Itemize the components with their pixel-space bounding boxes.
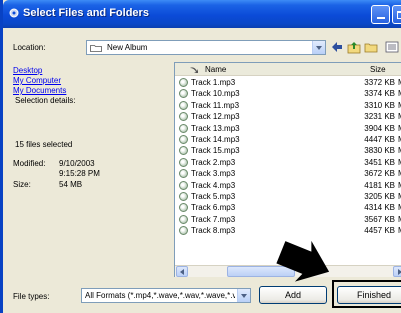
column-name[interactable]: Name xyxy=(205,65,226,74)
location-value: New Album xyxy=(107,43,148,52)
file-types-label: File types: xyxy=(13,292,50,301)
file-size: 4181 KB xyxy=(364,180,395,190)
file-name: Track 10.mp3 xyxy=(191,89,240,99)
file-row[interactable]: Track 6.mp34314 KBMP xyxy=(175,202,401,213)
location-label: Location: xyxy=(13,43,46,52)
audio-file-icon xyxy=(179,226,188,236)
file-size: 3672 KB xyxy=(364,169,395,179)
file-name: Track 3.mp3 xyxy=(191,169,236,179)
audio-file-icon xyxy=(179,214,188,224)
maximize-icon xyxy=(397,10,401,19)
column-size[interactable]: Size xyxy=(370,65,386,74)
file-name: Track 1.mp3 xyxy=(191,78,236,87)
file-row[interactable]: Track 1.mp33372 KBMP xyxy=(175,77,401,88)
file-row[interactable]: Track 4.mp34181 KBMP xyxy=(175,180,401,191)
file-name: Track 13.mp3 xyxy=(191,123,240,133)
file-row[interactable]: Track 8.mp34457 KBMP xyxy=(175,225,401,236)
size-label: Size: xyxy=(13,180,31,189)
file-name: Track 11.mp3 xyxy=(191,100,240,110)
scroll-left-icon[interactable] xyxy=(176,266,188,277)
maximize-button[interactable] xyxy=(392,5,401,24)
audio-file-icon xyxy=(179,203,188,213)
file-size: 4314 KB xyxy=(364,203,395,213)
modified-date: 9/10/2003 xyxy=(59,159,95,168)
file-name: Track 12.mp3 xyxy=(191,112,240,122)
file-types-dropdown[interactable]: All Formats (*.mp4,*.wave,*.wav,*.wave,*… xyxy=(81,288,251,303)
add-button[interactable]: Add xyxy=(259,286,327,304)
finished-button[interactable]: Finished xyxy=(337,286,401,304)
file-row[interactable]: Track 7.mp33567 KBMP xyxy=(175,214,401,225)
file-row[interactable]: Track 5.mp33205 KBMP xyxy=(175,191,401,202)
select-files-dialog: Select Files and Folders Location: New A… xyxy=(0,0,401,313)
file-row[interactable]: Track 2.mp33451 KBMP xyxy=(175,157,401,168)
file-name: Track 14.mp3 xyxy=(191,134,240,144)
chevron-down-icon[interactable] xyxy=(237,289,250,302)
back-arrow-icon[interactable] xyxy=(330,40,344,54)
file-size: 4457 KB xyxy=(364,226,395,236)
audio-file-icon xyxy=(179,169,188,179)
file-row[interactable]: Track 11.mp33310 KBMP xyxy=(175,100,401,111)
file-name: Track 4.mp3 xyxy=(191,180,236,190)
up-folder-icon[interactable] xyxy=(347,40,361,54)
folder-icon xyxy=(90,45,102,52)
audio-file-icon xyxy=(179,112,188,122)
title-bar[interactable]: Select Files and Folders xyxy=(3,0,401,28)
file-size: 3372 KB xyxy=(364,78,395,87)
file-row[interactable]: Track 14.mp34447 KBMP xyxy=(175,134,401,145)
file-size: 3830 KB xyxy=(364,146,395,156)
file-size: 3451 KB xyxy=(364,157,395,167)
file-row[interactable]: Track 10.mp33374 KBMP xyxy=(175,88,401,99)
modified-time: 9:15:28 PM xyxy=(59,169,100,178)
modified-label: Modified: xyxy=(13,159,46,168)
selection-details-label: Selection details: xyxy=(15,96,76,105)
file-list-header: Name Size xyxy=(175,63,401,76)
file-rows: Track 1.mp33372 KBMPTrack 10.mp33374 KBM… xyxy=(175,77,401,236)
file-size: 3205 KB xyxy=(364,191,395,201)
file-name: Track 5.mp3 xyxy=(191,191,236,201)
minimize-icon xyxy=(376,17,385,19)
app-icon xyxy=(9,8,19,18)
audio-file-icon xyxy=(179,134,188,144)
details-block: Modified: 9/10/2003 9:15:28 PM Size: 54 … xyxy=(13,159,173,193)
audio-file-icon xyxy=(179,100,188,110)
audio-file-icon xyxy=(179,157,188,167)
audio-file-icon xyxy=(179,146,188,156)
file-name: Track 2.mp3 xyxy=(191,157,236,167)
file-row[interactable]: Track 15.mp33830 KBMP xyxy=(175,145,401,156)
file-size: 3904 KB xyxy=(364,123,395,133)
audio-file-icon xyxy=(179,89,188,99)
sidebar-link-my-computer[interactable]: My Computer xyxy=(13,76,173,86)
pointer-arrow-icon xyxy=(276,240,330,282)
sort-arrow-icon xyxy=(190,67,198,73)
size-value: 54 MB xyxy=(59,180,83,189)
view-menu-icon[interactable] xyxy=(385,40,399,54)
file-size: 3374 KB xyxy=(364,89,395,99)
chevron-down-icon[interactable] xyxy=(312,41,325,54)
audio-file-icon xyxy=(179,191,188,201)
sidebar-link-my-documents[interactable]: My Documents xyxy=(13,86,173,96)
file-size: 3310 KB xyxy=(364,100,395,110)
new-folder-icon[interactable] xyxy=(364,40,378,54)
file-row[interactable]: Track 12.mp33231 KBMP xyxy=(175,111,401,122)
window-title: Select Files and Folders xyxy=(23,7,149,19)
audio-file-icon xyxy=(179,123,188,133)
sidebar-link-desktop[interactable]: Desktop xyxy=(13,66,173,76)
file-row[interactable]: Track 3.mp33672 KBMP xyxy=(175,168,401,179)
location-dropdown[interactable]: New Album xyxy=(86,40,326,55)
scroll-right-icon[interactable] xyxy=(393,266,401,277)
file-size: 3231 KB xyxy=(364,112,395,122)
file-types-value: All Formats (*.mp4,*.wave,*.wav,*.wave,*… xyxy=(85,291,235,300)
minimize-button[interactable] xyxy=(371,5,390,24)
file-name: Track 8.mp3 xyxy=(191,226,236,236)
file-name: Track 6.mp3 xyxy=(191,203,236,213)
file-size: 3567 KB xyxy=(364,214,395,224)
audio-file-icon xyxy=(179,78,188,87)
file-row[interactable]: Track 13.mp33904 KBMP xyxy=(175,123,401,134)
file-size: 4447 KB xyxy=(364,134,395,144)
file-name: Track 7.mp3 xyxy=(191,214,236,224)
file-name: Track 15.mp3 xyxy=(191,146,240,156)
audio-file-icon xyxy=(179,180,188,190)
sidebar: Desktop My Computer My Documents Selecti… xyxy=(13,66,173,193)
files-selected-text: 15 files selected xyxy=(15,140,73,149)
